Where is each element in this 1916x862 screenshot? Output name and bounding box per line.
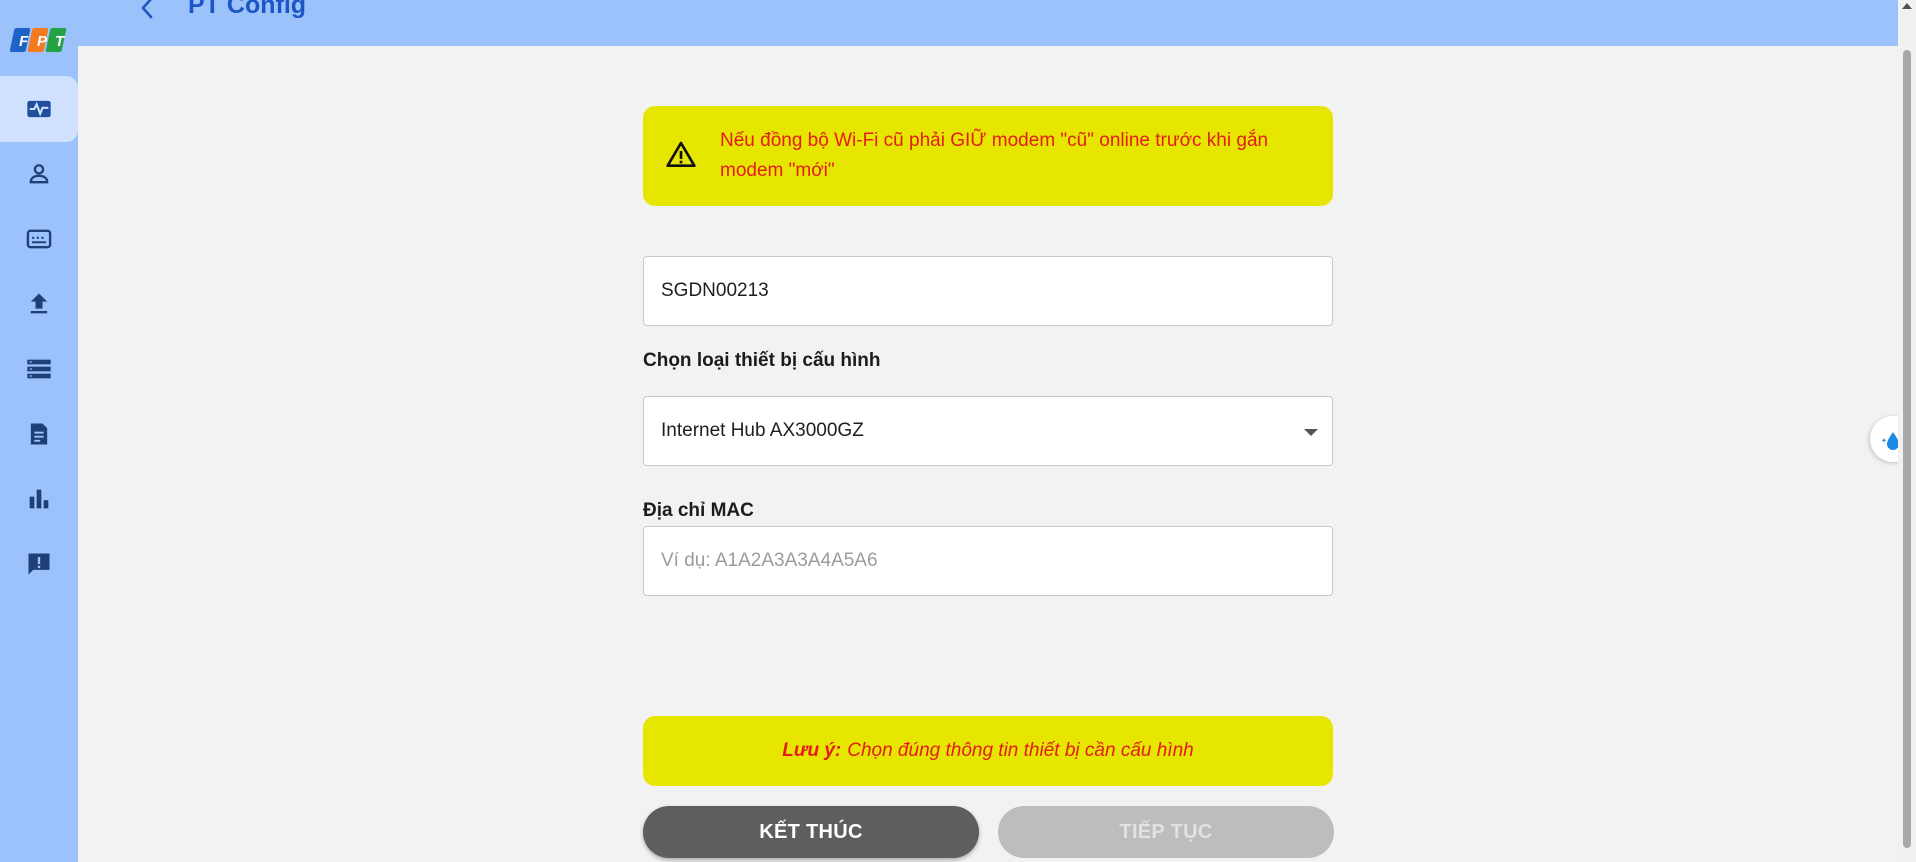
sidebar-item-upload[interactable] <box>0 271 78 337</box>
warning-text: Nếu đồng bộ Wi-Fi cũ phải GIỮ modem "cũ"… <box>720 130 1269 181</box>
bar-chart-icon <box>29 489 49 509</box>
mac-address-input[interactable] <box>643 526 1333 596</box>
sidebar-item-document[interactable] <box>0 401 78 467</box>
chevron-left-icon <box>141 0 153 19</box>
device-type-label: Chọn loại thiết bị cấu hình <box>643 350 881 371</box>
warning-triangle-icon <box>666 141 696 167</box>
feedback-icon <box>28 553 50 575</box>
sidebar-item-list[interactable] <box>0 336 78 402</box>
person-icon <box>29 164 49 184</box>
note-banner: Lưu ý: Chọn đúng thông tin thiết bị cần … <box>643 716 1333 786</box>
config-form: Nếu đồng bộ Wi-Fi cũ phải GIỮ modem "cũ"… <box>643 0 1334 862</box>
app-root: F P T PT Config Nếu đồng bộ Wi-Fi cũ phả… <box>0 0 1916 862</box>
finish-button[interactable]: KẾT THÚC <box>643 806 979 858</box>
scrollbar-thumb[interactable] <box>1903 50 1911 848</box>
device-type-select[interactable]: Internet Hub AX3000GZ <box>643 396 1333 466</box>
sidebar-item-feedback[interactable] <box>0 531 78 597</box>
sidebar-item-person[interactable] <box>0 141 78 207</box>
sidebar-item-monitor[interactable] <box>0 76 78 142</box>
fpt-logo: F P T <box>9 26 68 56</box>
monitor-heartbeat-icon <box>27 100 51 118</box>
upload-icon <box>30 293 48 314</box>
warning-banner: Nếu đồng bộ Wi-Fi cũ phải GIỮ modem "cũ"… <box>643 106 1333 206</box>
sidebar-item-device[interactable] <box>0 206 78 272</box>
note-prefix: Lưu ý: <box>782 740 842 761</box>
svg-text:F: F <box>19 33 29 50</box>
back-button[interactable] <box>126 0 170 22</box>
document-icon <box>30 423 48 445</box>
page-title: PT Config <box>188 0 307 19</box>
note-text: Chọn đúng thông tin thiết bị cần cấu hìn… <box>847 740 1194 761</box>
scroll-up-arrow-icon[interactable] <box>1902 3 1912 9</box>
device-type-selected: Internet Hub AX3000GZ <box>661 420 864 441</box>
contract-code-field[interactable]: SGDN00213 <box>643 256 1333 326</box>
mac-address-label: Địa chỉ MAC <box>643 500 754 521</box>
sidebar: F P T <box>0 0 78 862</box>
next-button[interactable]: TIẾP TỤC <box>998 806 1334 858</box>
svg-text:P: P <box>37 33 48 50</box>
contract-code-value: SGDN00213 <box>661 280 769 301</box>
list-storage-icon <box>27 359 51 379</box>
dropdown-arrow-icon <box>1304 429 1318 436</box>
device-box-icon <box>26 229 52 249</box>
vertical-scrollbar[interactable] <box>1898 0 1916 862</box>
sidebar-item-chart[interactable] <box>0 466 78 532</box>
